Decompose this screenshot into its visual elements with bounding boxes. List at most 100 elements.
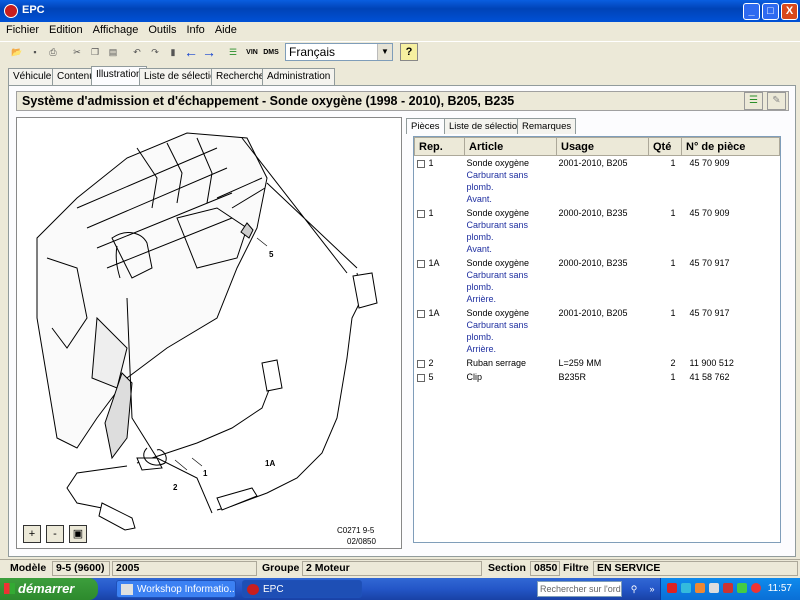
desktop-search-input[interactable]: Rechercher sur l'ordin [537,581,622,597]
filter-label: Filtre [563,562,589,574]
cell-article: Sonde oxygène Carburant sans plomb. Avant. [465,206,557,256]
zoom-out-button[interactable]: - [46,525,64,543]
article-note: Carburant sans plomb. [466,270,529,292]
usage-value: 2000-2010, B235 [558,208,628,218]
vin-button[interactable]: VIN [243,43,261,61]
col-article[interactable]: Article [464,137,557,156]
page-title: Système d'admission et d'échappement - S… [22,94,515,108]
col-usage[interactable]: Usage [556,137,649,156]
search-icon[interactable]: ⚲ [625,580,643,598]
close-button[interactable]: X [781,3,798,20]
col-rep[interactable]: Rep. [414,137,465,156]
cell-part-number: 45 70 909 [682,156,780,207]
menu-fichier[interactable]: Fichier [0,22,43,36]
qty-value: 1 [670,372,676,382]
menu-info[interactable]: Info [180,22,208,36]
menu-edition[interactable]: Edition [43,22,87,36]
article-name: Sonde oxygène [466,308,530,318]
minimize-button[interactable]: _ [743,3,760,20]
cell-part-number: 41 58 762 [682,370,780,384]
tab-pieces[interactable]: Pièces [406,118,445,134]
copy-icon[interactable]: ❐ [86,43,104,61]
print-icon[interactable]: ⎙ [44,43,62,61]
table-row[interactable]: 5 Clip B235R 1 41 58 762 [415,370,780,384]
tray-alert-icon[interactable] [751,583,761,593]
cell-part-number: 45 70 917 [682,306,780,356]
year-value: 2005 [112,561,257,576]
add-to-list-icon[interactable]: ☰ [744,92,763,110]
tab-vehicule[interactable]: Véhicule [8,68,57,85]
table-row[interactable]: 1A Sonde oxygène Carburant sans plomb. Arri… [415,256,780,306]
bookmark-icon[interactable]: ▮ [164,43,182,61]
tray-security-icon[interactable] [667,583,677,593]
forward-arrow-icon[interactable]: → [200,43,218,61]
help-button[interactable]: ? [400,43,418,61]
undo-icon[interactable]: ↶ [128,43,146,61]
part-number-value: 45 70 909 [689,208,730,218]
parts-table-container: Rep. Article Usage Qté N° de pièce 1 Sond… [413,136,781,543]
zoom-in-button[interactable]: + [23,525,41,543]
tray-antivirus-icon[interactable] [695,583,705,593]
save-icon[interactable]: ▪ [26,43,44,61]
epc-window: EPC _ □ X Fichier Edition Affichage Outils I… [0,0,800,578]
rep-value: 1A [428,258,440,268]
edit-note-icon[interactable]: ✎ [767,92,786,110]
tray-update-icon[interactable] [737,583,747,593]
dms-button[interactable]: DMS [262,43,280,61]
cell-rep: 1A [415,306,465,356]
cell-usage: 2001-2010, B205 [557,306,649,356]
table-row[interactable]: 2 Ruban serrage L=259 MM 2 11 900 512 [415,356,780,370]
parts-list-icon[interactable]: ☰ [224,43,242,61]
engine-diagram [36,132,378,531]
tab-recherche[interactable]: Recherche [211,68,270,85]
row-checkbox[interactable] [416,209,425,218]
col-qty[interactable]: Qté [648,137,682,156]
tray-network-icon[interactable] [681,583,691,593]
redo-icon[interactable]: ↷ [146,43,164,61]
parts-table-body: 1 Sonde oxygène Carburant sans plomb. Avant… [415,156,780,385]
menu-bar: Fichier Edition Affichage Outils Info Aide [0,22,800,40]
cell-qty: 1 [649,156,682,207]
menu-outils[interactable]: Outils [142,22,180,36]
saab-logo-icon [247,584,259,595]
row-checkbox[interactable] [416,359,425,368]
cell-rep: 5 [415,370,465,384]
taskbar-epc-label: EPC [263,584,284,595]
menu-aide[interactable]: Aide [209,22,241,36]
chevron-down-icon[interactable]: ▼ [377,44,392,60]
start-button[interactable]: démarrer [0,578,98,600]
part-number-value: 41 58 762 [689,372,730,382]
open-folder-icon[interactable]: 📂 [8,43,26,61]
fit-view-button[interactable]: ▣ [69,525,87,543]
row-checkbox[interactable] [416,373,425,382]
row-checkbox[interactable] [416,159,425,168]
back-arrow-icon[interactable]: ← [182,43,200,61]
col-part-number[interactable]: N° de pièce [681,137,780,156]
tray-shield-icon[interactable] [723,583,733,593]
cell-usage: 2000-2010, B235 [557,256,649,306]
cut-icon[interactable]: ✂ [68,43,86,61]
tray-volume-icon[interactable] [709,583,719,593]
title-bar: EPC _ □ X [0,0,800,22]
expand-arrow-icon[interactable]: » [643,580,661,598]
cell-qty: 1 [649,206,682,256]
language-select[interactable]: Français ▼ [285,43,393,61]
table-row[interactable]: 1 Sonde oxygène Carburant sans plomb. Avant… [415,156,780,207]
paste-icon[interactable]: ▤ [104,43,122,61]
window-title: EPC [22,4,45,16]
table-row[interactable]: 1 Sonde oxygène Carburant sans plomb. Avant… [415,206,780,256]
tab-administration[interactable]: Administration [262,68,336,85]
maximize-button[interactable]: □ [762,3,779,20]
row-checkbox[interactable] [416,259,425,268]
menu-affichage[interactable]: Affichage [87,22,143,36]
taskbar-workshop-button[interactable]: Workshop Informatio... [116,580,236,598]
tab-remarques[interactable]: Remarques [517,118,577,134]
table-row[interactable]: 1A Sonde oxygène Carburant sans plomb. Arri… [415,306,780,356]
tab-liste-selection[interactable]: Liste de sélection [444,118,528,134]
rep-value: 1A [428,308,440,318]
qty-value: 2 [670,358,676,368]
taskbar-epc-button[interactable]: EPC [242,580,362,598]
row-checkbox[interactable] [416,309,425,318]
qty-value: 1 [670,258,676,268]
cell-rep: 1A [415,256,465,306]
